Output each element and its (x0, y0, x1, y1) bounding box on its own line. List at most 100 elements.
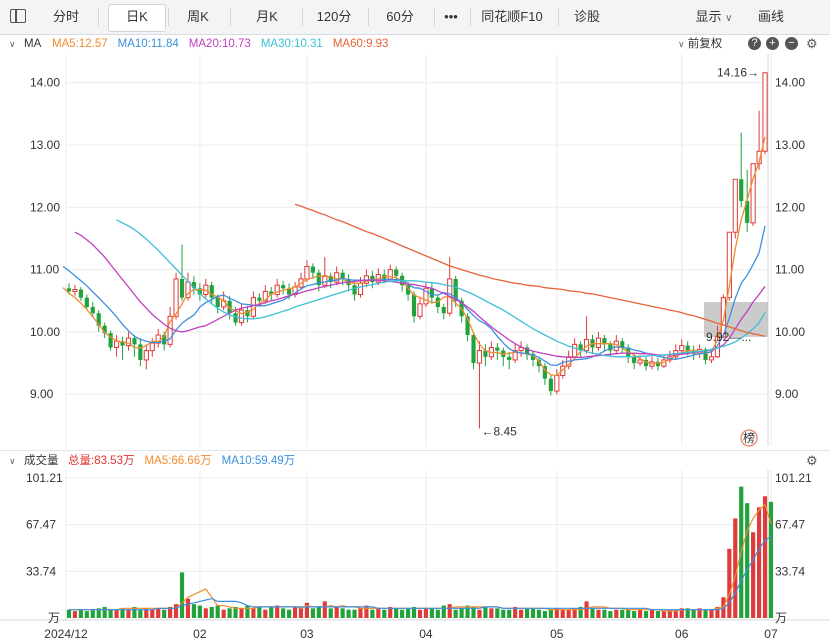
candle-body (132, 338, 137, 345)
volume-bar (394, 608, 399, 618)
max-price-label: 14.16→ (717, 66, 759, 80)
candle-body (637, 359, 643, 364)
volume-bar (536, 609, 542, 618)
volume-bar (756, 507, 762, 618)
candle-body (84, 297, 89, 307)
volume-bar (227, 608, 232, 618)
price-tick-left-1: 13.00 (30, 138, 60, 152)
help-icon[interactable]: ? (748, 37, 761, 50)
ma-legend-item-0: MA5:12.57 (52, 38, 108, 50)
price-tick-right-5: 9.00 (775, 387, 799, 401)
candle-body (149, 342, 155, 352)
volume-bar (638, 609, 643, 618)
volume-bar (162, 609, 167, 618)
candle-body (357, 282, 364, 296)
volume-bar (370, 609, 375, 618)
volume-bar (495, 608, 500, 618)
candle-body (495, 347, 500, 351)
volume-bar (590, 608, 595, 618)
volume-bar (626, 609, 631, 618)
volume-tick-left-0: 101.21 (26, 471, 63, 485)
ma-legend-item-2: MA20:10.73 (188, 38, 251, 50)
last-price-label: 9.92—... (706, 330, 751, 344)
volume-ma10-line (69, 535, 772, 611)
settings-gear-icon[interactable]: ⚙ (806, 34, 818, 54)
candle-body (215, 297, 220, 307)
volume-bar (156, 608, 161, 618)
candle-body (572, 343, 578, 358)
candle-body (632, 356, 637, 364)
candle-body (90, 306, 95, 314)
price-tick-right-0: 14.00 (775, 76, 805, 90)
volume-bar (560, 609, 565, 618)
candle-body (417, 303, 423, 317)
volume-bar (352, 609, 357, 618)
volume-bar (435, 609, 440, 618)
date-tick-3: 04 (419, 627, 433, 641)
volume-bar (501, 609, 506, 618)
ma-legend-title: MA (24, 38, 42, 50)
volume-bar (251, 608, 256, 618)
candle-body (322, 275, 328, 286)
volume-bar (328, 608, 333, 618)
volume-bar (620, 609, 625, 618)
volume-bar (108, 609, 113, 618)
candle-body (233, 313, 238, 323)
volume-bar (138, 609, 143, 618)
volume-bar (310, 608, 315, 618)
volume-ma5-line (69, 503, 772, 612)
volume-tick-left-1: 67.47 (26, 518, 56, 532)
price-tick-left-5: 9.00 (30, 387, 54, 401)
candle-body (441, 306, 446, 314)
stock-chart[interactable]: 14.00 14.00 13.00 13.00 12.00 12.00 11.00 11.00… (0, 0, 830, 644)
candle-body (739, 179, 744, 202)
ma-legend-row: ∨ MA MA5:12.57 MA10:11.84 MA20:10.73 MA30:1… (0, 34, 830, 54)
volume-bar (179, 572, 185, 618)
volume-bar (524, 608, 530, 618)
price-tick-left-4: 10.00 (30, 325, 60, 339)
adjust-mode-label: 前复权 (687, 38, 723, 50)
volume-bar (762, 496, 768, 618)
volume-bar (477, 609, 482, 618)
volume-bar (191, 604, 196, 618)
collapse-price-chevron-icon[interactable]: ∨ (9, 34, 16, 54)
adjust-mode-button[interactable]: ∨ 前复权 (678, 34, 722, 54)
price-tick-right-4: 10.00 (775, 325, 805, 339)
volume-bar (346, 609, 351, 618)
volume-bar (90, 609, 95, 618)
candle-body (113, 340, 120, 348)
volume-bar (632, 611, 637, 618)
collapse-volume-chevron-icon[interactable]: ∨ (9, 451, 16, 471)
volume-bar (358, 608, 363, 618)
candle-body (471, 335, 476, 364)
volume-settings-gear-icon[interactable]: ⚙ (806, 451, 818, 471)
volume-bar (566, 609, 571, 618)
candle-body (429, 288, 434, 298)
volume-tick-right-0: 101.21 (775, 471, 812, 485)
zoom-in-icon[interactable]: + (766, 37, 779, 50)
volume-legend-row: ∨ 成交量 总量:83.53万 MA5:66.66万 MA10:59.49万 ⚙ (0, 450, 830, 471)
volume-bar (643, 611, 649, 618)
candle-body (548, 378, 553, 392)
volume-bar (150, 609, 155, 618)
volume-bar (102, 606, 107, 618)
volume-bar (215, 605, 220, 618)
zoom-out-icon[interactable]: − (785, 37, 798, 50)
volume-bar (584, 601, 589, 618)
volume-bar (453, 609, 458, 618)
volume-bar (114, 609, 119, 618)
volume-bar (447, 604, 452, 618)
candle-body (679, 345, 685, 352)
candle-body (179, 278, 185, 298)
candle-body (387, 269, 393, 280)
candle-body (66, 288, 72, 292)
price-tick-right-2: 12.00 (775, 200, 805, 214)
volume-bar (507, 609, 512, 618)
volume-bar (614, 609, 619, 618)
ma-line-ma30 (116, 219, 766, 358)
ma-legend-item-1: MA10:11.84 (117, 38, 179, 50)
volume-bar (596, 609, 601, 618)
ma-legend-item-4: MA60:9.93 (332, 38, 389, 50)
volume-bar (483, 606, 488, 618)
volume-bar (709, 609, 714, 618)
